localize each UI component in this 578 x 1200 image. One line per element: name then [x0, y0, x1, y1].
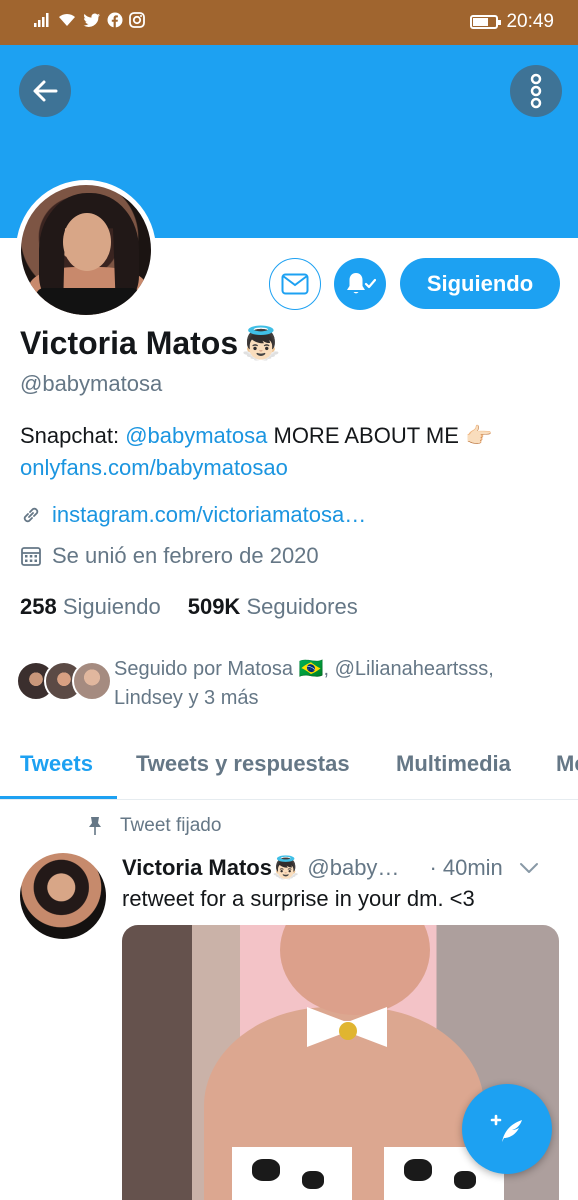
status-icons-right: 20:49: [470, 11, 554, 33]
profile-name-text: Victoria Matos: [20, 324, 239, 361]
wifi-icon: [57, 12, 77, 32]
compose-feather-icon: [490, 1114, 522, 1142]
pin-icon: [89, 817, 101, 835]
tweet-header: Victoria Matos 👼🏻 @baby… · 40min: [122, 855, 562, 881]
profile-name-emoji: 👼🏻: [241, 325, 281, 361]
message-button[interactable]: [269, 258, 321, 310]
status-time: 20:49: [506, 11, 554, 32]
tweet-author-name: Victoria Matos: [122, 855, 272, 880]
pinned-tweet-label: Tweet fijado: [86, 815, 221, 837]
notifications-button[interactable]: [334, 258, 386, 310]
profile-website-row: instagram.com/victoriamatosa…: [20, 502, 366, 528]
tab-tweets-replies[interactable]: Tweets y respuestas: [136, 751, 350, 777]
tab-media[interactable]: Multimedia: [396, 751, 511, 777]
bio-emoji: 👉🏻: [465, 423, 493, 448]
bio-middle: MORE ABOUT ME: [267, 423, 465, 448]
profile-joined-text: Se unió en febrero de 2020: [52, 543, 319, 568]
profile-tabs: Tweets Tweets y respuestas Multimedia Me: [0, 736, 578, 800]
followed-by[interactable]: Seguido por Matosa 🇧🇷, @Lilianaheartsss,…: [16, 655, 534, 713]
twitter-icon: [83, 13, 101, 32]
profile-name: Victoria Matos 👼🏻: [20, 324, 281, 362]
bio-prefix: Snapchat:: [20, 423, 126, 448]
tweet-menu-button[interactable]: [519, 855, 539, 881]
followers-label: Seguidores: [246, 594, 358, 619]
calendar-icon: [21, 547, 41, 566]
more-options-button[interactable]: [510, 65, 562, 117]
bio-link[interactable]: onlyfans.com/babymatosao: [20, 452, 560, 484]
following-label: Siguiendo: [62, 594, 161, 619]
bio-line-1: Snapchat: @babymatosa MORE ABOUT ME 👉🏻: [20, 420, 560, 452]
pinned-tweet-text: Tweet fijado: [120, 815, 222, 836]
compose-tweet-button[interactable]: [462, 1084, 552, 1174]
more-vertical-icon: [530, 73, 542, 109]
active-tab-indicator: [0, 796, 117, 799]
profile-bio: Snapchat: @babymatosa MORE ABOUT ME 👉🏻 o…: [20, 420, 560, 484]
following-button[interactable]: Siguiendo: [400, 258, 560, 309]
followed-by-line-1: Seguido por Matosa 🇧🇷, @Lilianaheartsss,: [114, 658, 494, 680]
tweet-author-avatar[interactable]: [20, 853, 106, 939]
avatar: [72, 661, 112, 701]
status-bar: 20:49: [0, 0, 578, 45]
back-button[interactable]: [19, 65, 71, 117]
followers-count-link[interactable]: 509K Seguidores: [188, 594, 358, 620]
battery-icon: [470, 15, 502, 29]
profile-handle: @babymatosa: [20, 371, 163, 396]
facebook-icon: [107, 12, 123, 32]
bell-check-icon: [347, 273, 376, 294]
tab-tweets[interactable]: Tweets: [20, 751, 93, 777]
profile-joined-row: Se unió en febrero de 2020: [20, 543, 319, 569]
following-count-link[interactable]: 258 Siguiendo: [20, 594, 161, 620]
tab-likes[interactable]: Me: [556, 751, 578, 777]
following-count: 258: [20, 594, 57, 619]
bio-snap-handle-link[interactable]: @babymatosa: [125, 423, 267, 448]
followed-by-avatars: [16, 661, 112, 705]
chevron-down-icon: [519, 863, 538, 873]
followers-count: 509K: [187, 594, 241, 619]
tweet-text: retweet for a surprise in your dm. <3: [122, 886, 475, 911]
status-icons-left: [33, 12, 145, 32]
profile-avatar[interactable]: [16, 180, 156, 320]
profile-website-link[interactable]: instagram.com/victoriamatosa…: [52, 502, 366, 528]
tweet-author-handle: @baby…: [307, 855, 400, 880]
followed-by-text: Seguido por Matosa 🇧🇷, @Lilianaheartsss,…: [114, 655, 534, 713]
tweet-time: · 40min: [429, 855, 503, 880]
tweet-author-emoji: 👼🏻: [271, 855, 300, 880]
arrow-left-icon: [33, 80, 58, 102]
follow-counts: 258 Siguiendo 509K Seguidores: [20, 594, 358, 620]
mail-icon: [281, 273, 309, 295]
instagram-icon: [129, 12, 145, 32]
signal-icon: [33, 12, 51, 32]
followed-by-line-2: Lindsey y 3 más: [114, 687, 259, 709]
link-icon: [23, 507, 39, 523]
